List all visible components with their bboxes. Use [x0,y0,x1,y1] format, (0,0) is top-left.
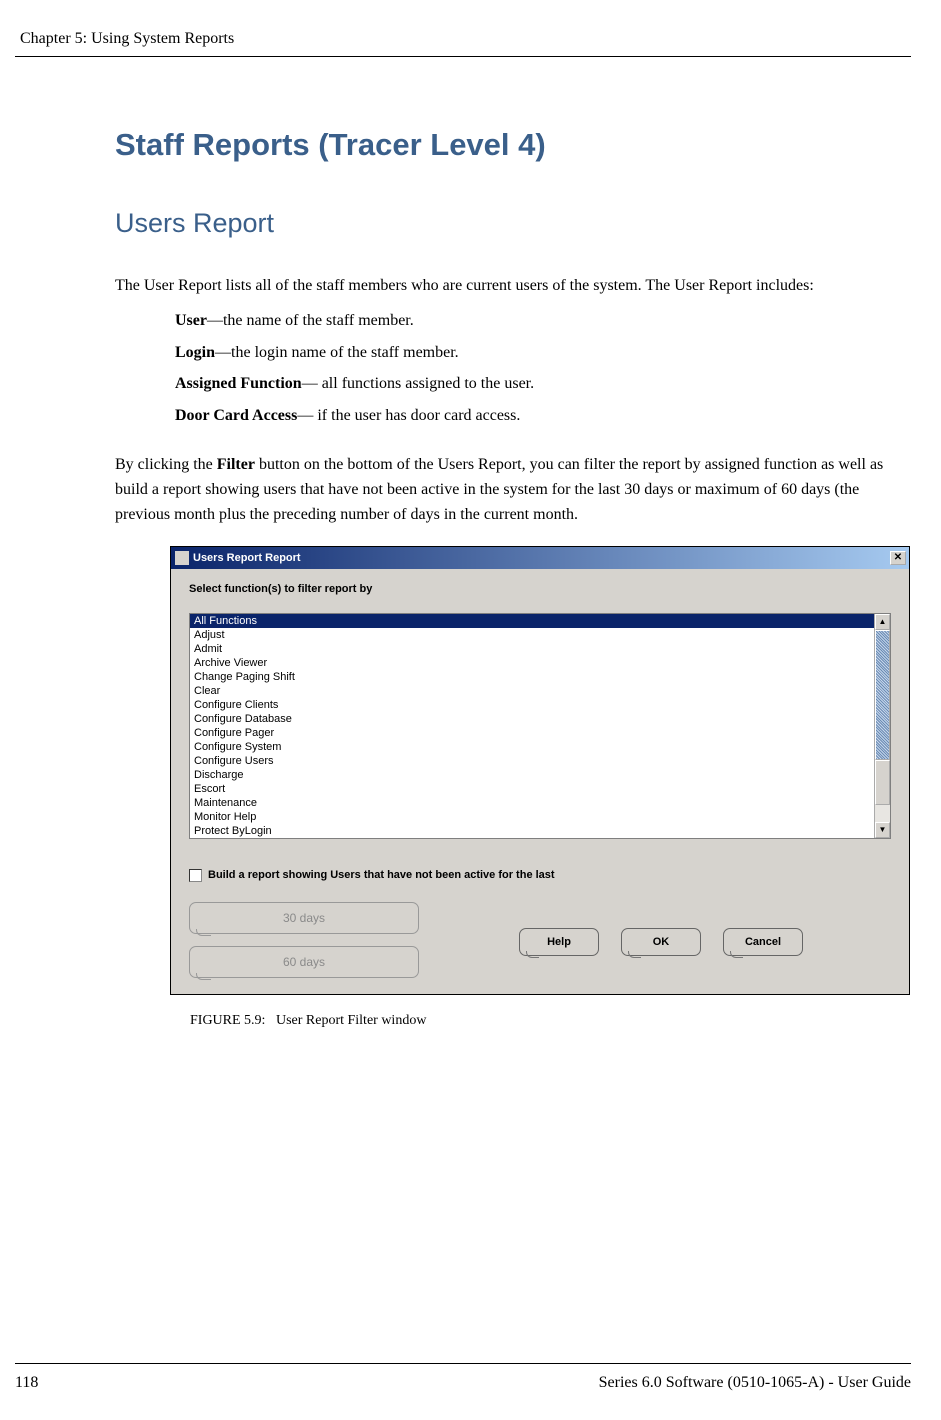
list-item[interactable]: Admit [190,642,874,656]
scroll-thumb[interactable] [875,630,890,760]
scroll-track[interactable] [875,630,890,822]
users-report-dialog: Users Report Report ✕ Select function(s)… [170,546,910,995]
list-item[interactable]: Archive Viewer [190,656,874,670]
inactive-checkbox[interactable] [189,869,202,882]
java-icon [175,551,189,565]
def-login-text: —the login name of the staff member. [215,344,459,361]
filter-paragraph: By clicking the Filter button on the bot… [115,453,901,527]
def-assigned: Assigned Function— all functions assigne… [175,371,901,397]
term-assigned: Assigned Function [175,375,302,392]
scroll-down-button[interactable]: ▼ [875,822,890,838]
def-user: User—the name of the staff member. [175,308,901,334]
dialog-title: Users Report Report [193,552,301,564]
figure-caption: FIGURE 5.9: User Report Filter window [190,1013,901,1029]
list-item[interactable]: Change Paging Shift [190,670,874,684]
list-item[interactable]: Configure Users [190,754,874,768]
list-item[interactable]: Configure Database [190,712,874,726]
chevron-down-icon: ▼ [879,825,887,834]
select-functions-label: Select function(s) to filter report by [189,583,891,595]
list-item[interactable]: Protect ByLogin [190,824,874,838]
figure-container: Users Report Report ✕ Select function(s)… [170,546,901,1029]
close-button[interactable]: ✕ [890,551,906,565]
cancel-button[interactable]: Cancel [723,928,803,956]
help-button[interactable]: Help [519,928,599,956]
list-item[interactable]: Configure Pager [190,726,874,740]
def-assigned-text: — all functions assigned to the user. [302,375,534,392]
page-footer: 118 Series 6.0 Software (0510-1065-A) - … [15,1363,911,1392]
heading-users-report: Users Report [115,208,901,239]
list-item[interactable]: Configure Clients [190,698,874,712]
def-door: Door Card Access— if the user has door c… [175,403,901,429]
list-item[interactable]: Escort [190,782,874,796]
heading-staff-reports: Staff Reports (Tracer Level 4) [115,127,901,163]
para-bold: Filter [217,456,255,473]
list-item[interactable]: Maintenance [190,796,874,810]
intro-text: The User Report lists all of the staff m… [115,274,901,298]
list-item[interactable]: Clear [190,684,874,698]
list-item[interactable]: Configure System [190,740,874,754]
listbox-scrollbar[interactable]: ▲ ▼ [874,614,890,838]
term-login: Login [175,344,215,361]
scroll-thumb-extra[interactable] [875,760,890,805]
term-user: User [175,312,207,329]
chevron-up-icon: ▲ [879,617,887,626]
ok-button[interactable]: OK [621,928,701,956]
footer-rule [15,1363,911,1364]
list-item[interactable]: All Functions [190,614,874,628]
def-user-text: —the name of the staff member. [207,312,414,329]
page-number: 118 [15,1374,38,1392]
def-door-text: — if the user has door card access. [297,407,520,424]
functions-listbox[interactable]: All Functions Adjust Admit Archive Viewe… [189,613,891,839]
dialog-titlebar[interactable]: Users Report Report ✕ [171,547,909,569]
guide-title: Series 6.0 Software (0510-1065-A) - User… [599,1374,911,1392]
scroll-up-button[interactable]: ▲ [875,614,890,630]
chapter-header: Chapter 5: Using System Reports [15,30,911,48]
inactive-checkbox-label: Build a report showing Users that have n… [208,869,555,881]
figure-label: FIGURE 5.9: [190,1013,265,1028]
inactive-checkbox-row[interactable]: Build a report showing Users that have n… [189,869,891,882]
header-rule [15,56,911,57]
def-login: Login—the login name of the staff member… [175,340,901,366]
sixty-days-button[interactable]: 60 days [189,946,419,978]
term-door: Door Card Access [175,407,297,424]
definitions-list: User—the name of the staff member. Login… [115,308,901,428]
thirty-days-button[interactable]: 30 days [189,902,419,934]
close-icon: ✕ [894,553,902,563]
list-item[interactable]: Adjust [190,628,874,642]
figure-text: User Report Filter window [276,1013,426,1028]
list-item[interactable]: Monitor Help [190,810,874,824]
para-prefix: By clicking the [115,456,217,473]
list-item[interactable]: Discharge [190,768,874,782]
